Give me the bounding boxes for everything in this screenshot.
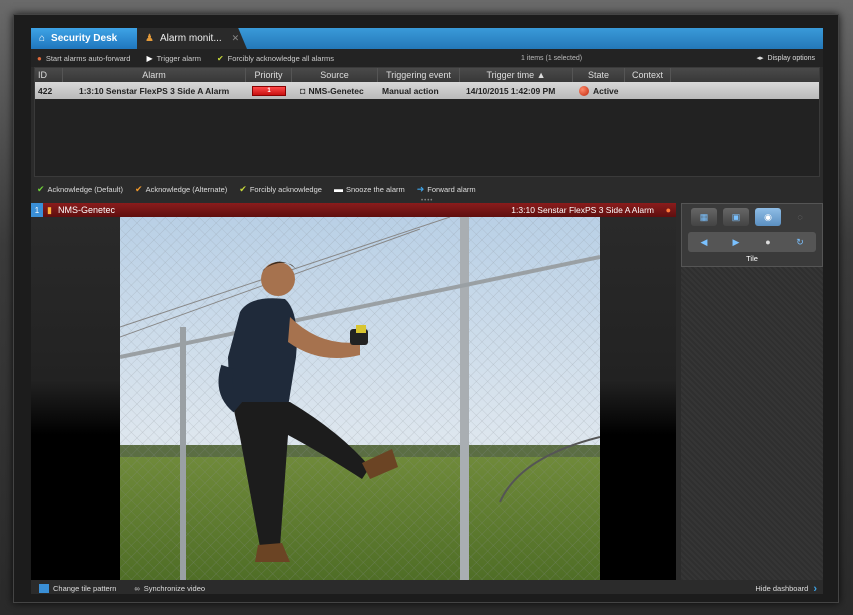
hide-dashboard-button[interactable]: Hide dashboard › [755, 583, 817, 595]
snooze-icon: ▬ [333, 184, 343, 194]
link-icon: ∞ [134, 584, 140, 593]
cell-triggering-event: Manual action [382, 85, 439, 96]
tile-grid-icon[interactable]: ▦ [691, 208, 717, 226]
tile-widget-row-2: ◀ ▶ ● ↻ [688, 232, 816, 252]
previous-icon[interactable]: ◀ [694, 235, 714, 249]
display-options-button[interactable]: ◂▸ Display options [756, 54, 816, 63]
checkmark-icon: ✔ [239, 183, 247, 194]
alarm-icon: ● [665, 205, 671, 215]
active-alarm-icon [579, 85, 589, 96]
zoom-icon[interactable]: ◉ [755, 208, 781, 226]
column-header-trigger-time[interactable]: Trigger time ▲ [460, 68, 573, 82]
alarm-toolbar: ● Start alarms auto-forward ▶ Trigger al… [31, 49, 823, 67]
column-header-context[interactable]: Context [625, 68, 671, 82]
record-icon[interactable]: ● [758, 235, 778, 249]
trigger-alarm-label: Trigger alarm [156, 53, 201, 63]
force-ack-all-button[interactable]: ✔ Forcibly acknowledge all alarms [217, 54, 334, 63]
close-icon[interactable]: ✕ [232, 33, 240, 44]
auto-forward-icon: ● [37, 53, 42, 63]
cell-id: 422 [38, 85, 53, 96]
alarm-person-icon: ♟ [145, 33, 154, 44]
video-tile[interactable]: 1 ▮ NMS-Genetec 1:3:10 Senstar FlexPS 3 … [31, 203, 676, 580]
sync-video-button[interactable]: ∞ Synchronize video [134, 584, 205, 593]
security-desk-window: ⌂ Security Desk ♟ Alarm monit... ✕ ● Sta… [31, 28, 823, 594]
change-tile-pattern-label: Change tile pattern [53, 584, 117, 593]
tile-widget-row: ▦ ▣ ◉ ◌ [682, 204, 822, 230]
tile-widget-label: Tile [746, 254, 758, 263]
priority-badge: 1 [252, 85, 286, 96]
tile-widget: ▦ ▣ ◉ ◌ ◀ ▶ ● ↻ Tile [681, 203, 823, 267]
arrows-icon: ◂▸ [756, 55, 764, 62]
video-area [31, 217, 676, 580]
refresh-icon[interactable]: ↻ [790, 235, 810, 249]
trigger-alarm-button[interactable]: ▶ Trigger alarm [146, 54, 200, 63]
start-auto-forward-label: Start alarms auto-forward [45, 53, 131, 63]
play-icon: ▶ [146, 53, 153, 63]
force-ack-all-label: Forcibly acknowledge all alarms [227, 53, 334, 63]
checkmark-icon: ✔ [216, 53, 224, 63]
forward-alarm-button[interactable]: ➜ Forward alarm [417, 184, 476, 195]
bottom-bar: Change tile pattern ∞ Synchronize video … [31, 583, 823, 594]
cell-alarm: 1:3:10 Senstar FlexPS 3 Side A Alarm [79, 85, 230, 96]
column-header-alarm[interactable]: Alarm [63, 68, 246, 82]
tile-alarm-name: 1:3:10 Senstar FlexPS 3 Side A Alarm [511, 205, 654, 215]
tab-bar: ⌂ Security Desk ♟ Alarm monit... ✕ [31, 28, 823, 49]
tile-pattern-icon [39, 584, 49, 593]
video-image [120, 217, 600, 580]
acknowledge-alternate-button[interactable]: ✔ Acknowledge (Alternate) [135, 184, 227, 195]
force-ack-label: Forcibly acknowledge [249, 184, 322, 194]
camera-video-frame [120, 217, 600, 580]
tab-security-desk[interactable]: ⌂ Security Desk [31, 28, 137, 49]
item-count: 1 items (1 selected) [521, 54, 583, 62]
chevron-right-icon: › [813, 582, 817, 595]
change-tile-pattern-button[interactable]: Change tile pattern [39, 584, 116, 593]
hide-dashboard-label: Hide dashboard [755, 584, 809, 593]
column-header-source[interactable]: Source [292, 68, 378, 82]
tile-number: 1 [31, 203, 43, 217]
table-header: ID Alarm Priority Source Triggering even… [35, 68, 819, 82]
column-header-id[interactable]: ID [35, 68, 63, 82]
column-header-triggering-event[interactable]: Triggering event [378, 68, 460, 82]
ack-alternate-label: Acknowledge (Alternate) [145, 184, 228, 194]
column-header-state[interactable]: State [573, 68, 625, 82]
cell-context [625, 82, 671, 99]
alarm-action-bar: ✔ Acknowledge (Default) ✔ Acknowledge (A… [31, 181, 823, 197]
window-frame: ⌂ Security Desk ♟ Alarm monit... ✕ ● Sta… [13, 14, 839, 603]
splitter-handle[interactable]: •••• [421, 198, 435, 204]
tab-label: Security Desk [51, 33, 118, 44]
forward-label: Forward alarm [427, 184, 476, 194]
cell-source: ◘ NMS-Genetec [292, 82, 378, 99]
alarm-table: ID Alarm Priority Source Triggering even… [34, 67, 820, 177]
checkmark-icon: ✔ [135, 183, 143, 194]
forward-arrow-icon: ➜ [416, 183, 425, 194]
table-row[interactable]: 422 1:3:10 Senstar FlexPS 3 Side A Alarm… [35, 82, 819, 99]
ack-default-label: Acknowledge (Default) [47, 184, 124, 194]
cell-priority: 1 [246, 82, 292, 99]
camera-icon: ◘ [300, 85, 306, 96]
force-acknowledge-button[interactable]: ✔ Forcibly acknowledge [239, 184, 322, 195]
snooze-alarm-button[interactable]: ▬ Snooze the alarm [334, 184, 405, 194]
snooze-label: Snooze the alarm [345, 184, 405, 194]
tab-label: Alarm monit... [159, 33, 222, 44]
cell-trigger-time: 14/10/2015 1:42:09 PM [466, 85, 556, 96]
snapshot-icon[interactable]: ▣ [723, 208, 749, 226]
camera-icon: ▮ [47, 204, 52, 215]
sync-video-label: Synchronize video [143, 584, 206, 593]
dashboard-panel: ▦ ▣ ◉ ◌ ◀ ▶ ● ↻ Tile [681, 203, 823, 580]
tile-camera-name: NMS-Genetec [57, 205, 115, 215]
acknowledge-default-button[interactable]: ✔ Acknowledge (Default) [37, 184, 123, 195]
start-auto-forward-button[interactable]: ● Start alarms auto-forward [37, 54, 130, 63]
source-label: NMS-Genetec [308, 85, 364, 96]
tab-alarm-monitoring[interactable]: ♟ Alarm monit... ✕ [137, 28, 247, 49]
tile-header: 1 ▮ NMS-Genetec 1:3:10 Senstar FlexPS 3 … [31, 203, 676, 217]
cell-state: Active [573, 82, 625, 99]
checkmark-icon: ✔ [37, 183, 45, 194]
next-icon[interactable]: ▶ [726, 235, 746, 249]
column-header-priority[interactable]: Priority [246, 68, 292, 82]
state-label: Active [593, 85, 619, 96]
home-icon: ⌂ [39, 33, 46, 44]
display-options-label: Display options [767, 54, 815, 62]
settings-icon[interactable]: ◌ [787, 208, 813, 226]
